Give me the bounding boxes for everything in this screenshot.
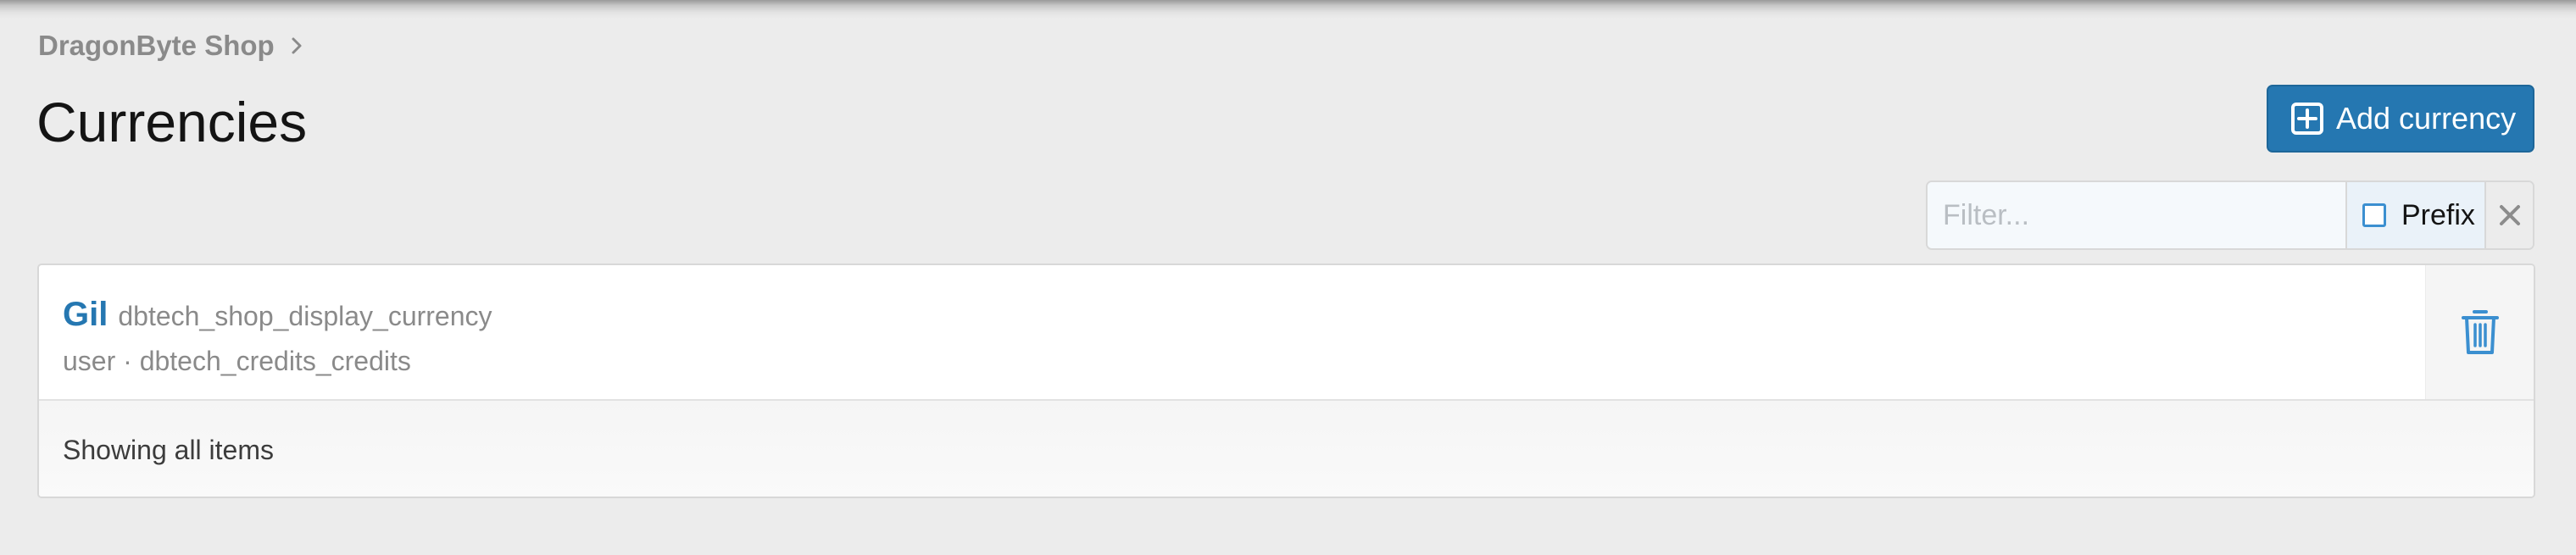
- add-currency-button[interactable]: Add currency: [2267, 85, 2534, 153]
- breadcrumb: DragonByte Shop: [38, 27, 307, 64]
- prefix-label: Prefix: [2401, 198, 2475, 231]
- list-item-header: Gil dbtech_shop_display_currency: [63, 296, 2425, 334]
- close-icon: [2499, 205, 2520, 225]
- filter-input[interactable]: [1928, 182, 2345, 248]
- trash-icon: [2461, 310, 2499, 354]
- breadcrumb-item-dragonbyte-shop[interactable]: DragonByte Shop: [38, 30, 275, 62]
- top-shadow: [0, 0, 2576, 19]
- currency-title[interactable]: Gil: [63, 296, 108, 334]
- list-item: Gil dbtech_shop_display_currency user · …: [39, 265, 2534, 401]
- delete-button[interactable]: [2425, 265, 2534, 399]
- plus-square-icon: [2291, 103, 2323, 135]
- prefix-toggle[interactable]: Prefix: [2345, 182, 2484, 248]
- page-title: Currencies: [36, 91, 308, 153]
- currency-list: Gil dbtech_shop_display_currency user · …: [37, 264, 2535, 498]
- add-currency-label: Add currency: [2336, 101, 2517, 136]
- list-footer-text: Showing all items: [63, 435, 274, 465]
- list-item-main[interactable]: Gil dbtech_shop_display_currency user · …: [39, 265, 2425, 399]
- chevron-right-icon: [292, 37, 302, 54]
- currency-phrase: dbtech_shop_display_currency: [118, 301, 492, 331]
- clear-filter-button[interactable]: [2484, 182, 2533, 248]
- currency-hint: user · dbtech_credits_credits: [63, 346, 411, 376]
- filter-bar: Prefix: [1926, 180, 2534, 250]
- prefix-checkbox[interactable]: [2362, 203, 2386, 227]
- list-footer: Showing all items: [39, 401, 2534, 497]
